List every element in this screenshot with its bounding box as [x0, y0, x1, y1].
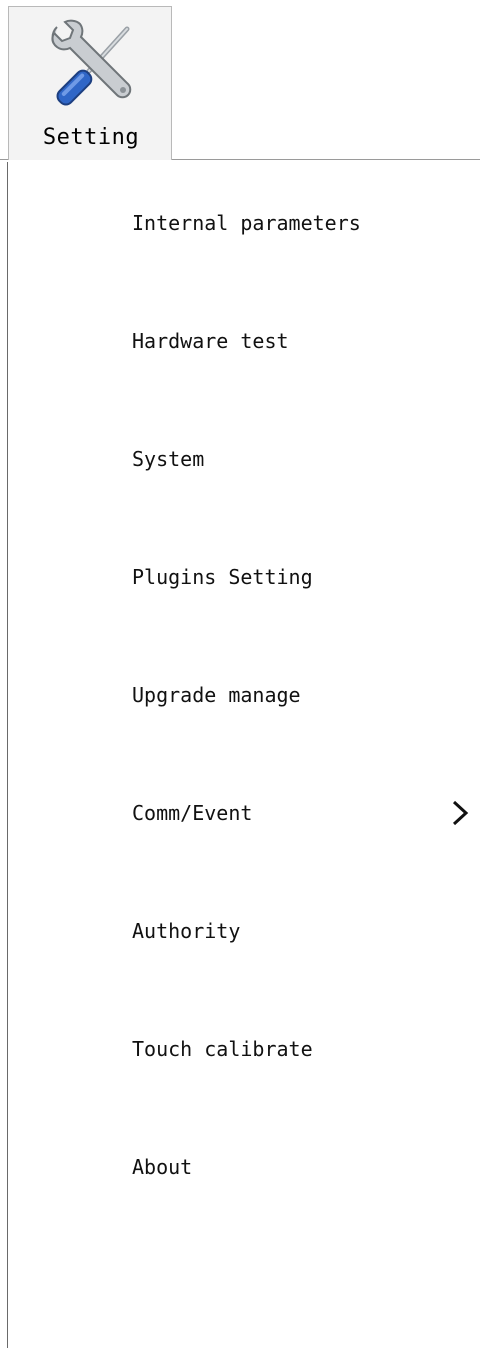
menu-item-authority[interactable]: Authority: [8, 872, 480, 990]
setting-tab-label: Setting: [42, 125, 140, 150]
menu-item-label: Upgrade manage: [132, 683, 301, 707]
menu-item-label: Internal parameters: [132, 211, 361, 235]
menu-item-label: About: [132, 1155, 193, 1179]
menu-item-label: Authority: [132, 919, 241, 943]
menu-item-upgrade-manage[interactable]: Upgrade manage: [8, 636, 480, 754]
menu-item-label: System: [132, 447, 205, 471]
menu-item-internal-parameters[interactable]: Internal parameters: [8, 164, 480, 282]
chevron-right-icon: [452, 800, 469, 826]
menu-item-label: Comm/Event: [132, 801, 253, 825]
menu-item-system[interactable]: System: [8, 400, 480, 518]
toolbar: Setting: [0, 0, 480, 160]
menu-item-touch-calibrate[interactable]: Touch calibrate: [8, 990, 480, 1108]
settings-menu: Internal parameters Hardware test System…: [8, 160, 480, 1348]
menu-item-label: Touch calibrate: [132, 1037, 313, 1061]
wrench-screwdriver-icon: [51, 19, 132, 106]
menu-item-label: Plugins Setting: [132, 565, 313, 589]
menu-item-plugins-setting[interactable]: Plugins Setting: [8, 518, 480, 636]
menu-item-about[interactable]: About: [8, 1108, 480, 1226]
tab-divider: [0, 159, 8, 160]
menu-item-label: Hardware test: [132, 329, 289, 353]
menu-item-comm-event[interactable]: Comm/Event: [8, 754, 480, 872]
setting-tab-button[interactable]: Setting: [8, 6, 172, 160]
menu-item-hardware-test[interactable]: Hardware test: [8, 282, 480, 400]
